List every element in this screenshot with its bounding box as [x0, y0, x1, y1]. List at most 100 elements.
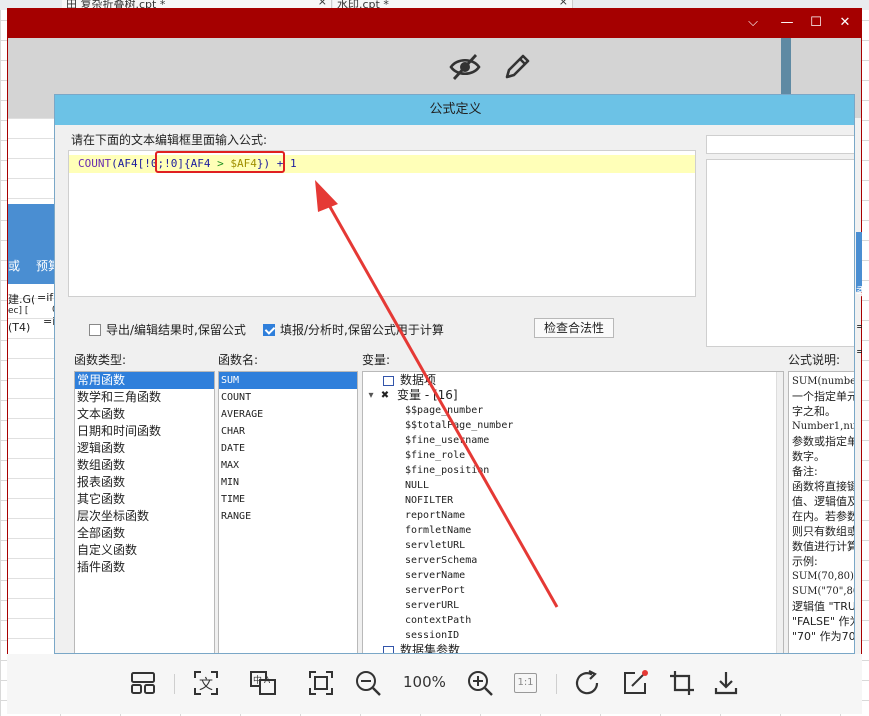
function-type-list: 常用函数 数学和三角函数 文本函数 日期和时间函数 逻辑函数 数组函数 报表函数 其它函数 层次…	[74, 371, 215, 653]
pencil-icon[interactable]	[500, 50, 534, 84]
variable-items: $$page_number $$totalPage_number $fine_use…	[363, 403, 783, 643]
sheet-cell: (T4)	[8, 321, 31, 334]
layout-icon[interactable]	[128, 668, 158, 698]
close-icon[interactable]: ×	[318, 0, 327, 8]
variable-item[interactable]: serverURL	[363, 598, 783, 613]
zoom-level: 100%	[403, 673, 446, 691]
maximize-button[interactable]: ☐	[808, 15, 824, 31]
formula-editor[interactable]: COUNT(AF4[!0;!0]{AF4 > $AF4}) + 1	[68, 150, 696, 297]
collapse-button[interactable]: ⌵	[745, 15, 761, 31]
tree-node-dataset-params[interactable]: 数据集参数	[363, 643, 783, 653]
export-keep-formula-option[interactable]: 导出/编辑结果时,保留公式	[89, 321, 246, 338]
highlight-annotation-box	[155, 151, 285, 173]
description-line: "FALSE" 作为	[792, 615, 855, 628]
rotate-icon[interactable]	[573, 668, 603, 698]
eye-slash-icon[interactable]	[448, 50, 482, 84]
function-type-item[interactable]: 插件函数	[75, 559, 214, 576]
description-line: 值、逻辑值及	[792, 495, 855, 508]
function-name-item[interactable]: COUNT	[219, 389, 357, 406]
text-recognize-icon[interactable]: 文	[191, 668, 221, 698]
function-name-item[interactable]: TIME	[219, 491, 357, 508]
variable-tree-scrollbar[interactable]	[776, 372, 783, 653]
function-name-item[interactable]: MIN	[219, 474, 357, 491]
function-type-item[interactable]: 层次坐标函数	[75, 508, 214, 525]
tree-node-data-items[interactable]: 数据项	[363, 373, 783, 388]
translate-icon[interactable]: 中A	[248, 668, 278, 698]
func-name-label: 函数名:	[218, 353, 259, 367]
function-name-item[interactable]: SUM	[219, 372, 357, 389]
table-icon	[383, 375, 394, 386]
chevron-down-icon[interactable]: ▾	[367, 390, 375, 402]
variable-item[interactable]: $$totalPage_number	[363, 418, 783, 433]
formula-preview-panel	[706, 159, 854, 347]
sheet-cell: 建.G([	[8, 293, 34, 306]
variable-item[interactable]: contextPath	[363, 613, 783, 628]
sheet-cell: 季	[856, 285, 862, 298]
sheet-cell: =(	[856, 320, 862, 333]
function-name-item[interactable]: RANGE	[219, 508, 357, 525]
close-icon[interactable]: ×	[559, 0, 568, 8]
export-keep-checkbox[interactable]	[89, 323, 101, 336]
viewer-toolbar: 文 中A 100% 1:1	[7, 654, 862, 714]
description-line: 则只有数组或	[792, 525, 855, 538]
function-type-item[interactable]: 全部函数	[75, 525, 214, 542]
variable-item[interactable]: servletURL	[363, 538, 783, 553]
function-type-item[interactable]: 自定义函数	[75, 542, 214, 559]
function-search-input[interactable]	[706, 135, 854, 154]
fit-screen-icon[interactable]	[306, 668, 336, 698]
description-line: 参数或指定单元	[792, 435, 854, 448]
func-type-label: 函数类型:	[74, 353, 127, 367]
function-type-item[interactable]: 数组函数	[75, 457, 214, 474]
variable-item[interactable]: NULL	[363, 478, 783, 493]
description-line: 在内。若参数	[792, 510, 855, 523]
function-type-item[interactable]: 逻辑函数	[75, 440, 214, 457]
sheet-cell: =(	[856, 345, 862, 358]
description-line: 数字。	[792, 450, 825, 463]
variable-item[interactable]: serverSchema	[363, 553, 783, 568]
function-name-item[interactable]: AVERAGE	[219, 406, 357, 423]
function-name-item[interactable]: CHAR	[219, 423, 357, 440]
description-line: 逻辑值 "TRUE"	[792, 600, 854, 613]
variable-item[interactable]: $$page_number	[363, 403, 783, 418]
fill-keep-checkbox[interactable]	[263, 323, 275, 336]
variables-label: 变量:	[362, 353, 391, 367]
sheet-cell: ec] [	[8, 306, 29, 316]
function-type-item[interactable]: 报表函数	[75, 474, 214, 491]
function-type-item[interactable]: 文本函数	[75, 406, 214, 423]
description-line: 字之和。	[792, 405, 836, 418]
description-line: "70" 作为70	[792, 630, 855, 643]
function-name-item[interactable]: DATE	[219, 440, 357, 457]
tree-node-variables[interactable]: ▾ ✖ 变量 - [16]	[363, 388, 783, 403]
zoom-in-icon[interactable]	[465, 668, 495, 698]
function-type-item[interactable]: 其它函数	[75, 491, 214, 508]
check-validity-button[interactable]: 检查合法性	[534, 318, 614, 338]
description-line: 一个指定单元格	[792, 390, 854, 403]
variable-item[interactable]: serverPort	[363, 583, 783, 598]
description-line: 示例:	[792, 555, 818, 568]
toolbar-separator	[174, 674, 175, 694]
variable-item[interactable]: $fine_username	[363, 433, 783, 448]
edit-icon[interactable]	[620, 668, 650, 698]
variable-item[interactable]: NOFILTER	[363, 493, 783, 508]
crop-icon[interactable]	[667, 668, 697, 698]
close-button[interactable]: ✕	[837, 15, 853, 31]
variable-item[interactable]: sessionID	[363, 628, 783, 643]
zoom-out-icon[interactable]	[353, 668, 383, 698]
function-type-item[interactable]: 常用函数	[75, 372, 214, 389]
variable-item[interactable]: reportName	[363, 508, 783, 523]
download-icon[interactable]	[711, 668, 741, 698]
variable-item[interactable]: $fine_role	[363, 448, 783, 463]
actual-size-icon[interactable]: 1:1	[511, 668, 541, 698]
toolbar-separator	[556, 674, 557, 694]
function-name-list: SUM COUNT AVERAGE CHAR DATE MAX MIN TIME RANGE	[218, 371, 358, 653]
function-type-item[interactable]: 数学和三角函数	[75, 389, 214, 406]
function-type-item[interactable]: 日期和时间函数	[75, 423, 214, 440]
function-name-item[interactable]: MAX	[219, 457, 357, 474]
minimize-button[interactable]: —	[779, 15, 795, 31]
description-line: SUM(70,80)等	[792, 571, 854, 582]
description-line: SUM(number1,n	[792, 376, 855, 387]
variable-item[interactable]: $fine_position	[363, 463, 783, 478]
variable-item[interactable]: serverName	[363, 568, 783, 583]
variable-item[interactable]: formletName	[363, 523, 783, 538]
fill-keep-formula-option[interactable]: 填报/分析时,保留公式用于计算	[263, 321, 444, 338]
